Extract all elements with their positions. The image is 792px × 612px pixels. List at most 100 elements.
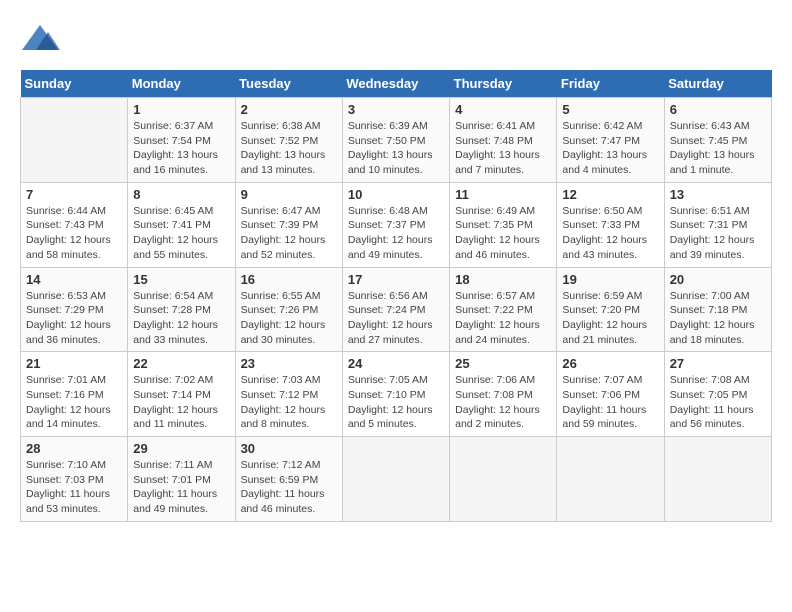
day-number: 26 xyxy=(562,356,658,371)
day-info: Sunrise: 6:51 AM Sunset: 7:31 PM Dayligh… xyxy=(670,204,766,263)
calendar-cell: 16 Sunrise: 6:55 AM Sunset: 7:26 PM Dayli… xyxy=(235,267,342,352)
header-cell-sunday: Sunday xyxy=(21,70,128,98)
calendar-cell: 17 Sunrise: 6:56 AM Sunset: 7:24 PM Dayli… xyxy=(342,267,449,352)
day-info: Sunrise: 6:45 AM Sunset: 7:41 PM Dayligh… xyxy=(133,204,229,263)
day-info: Sunrise: 7:02 AM Sunset: 7:14 PM Dayligh… xyxy=(133,373,229,432)
day-info: Sunrise: 7:01 AM Sunset: 7:16 PM Dayligh… xyxy=(26,373,122,432)
day-number: 27 xyxy=(670,356,766,371)
day-number: 8 xyxy=(133,187,229,202)
day-number: 23 xyxy=(241,356,337,371)
calendar-cell xyxy=(342,437,449,522)
page-header xyxy=(20,20,772,60)
calendar-cell: 19 Sunrise: 6:59 AM Sunset: 7:20 PM Dayli… xyxy=(557,267,664,352)
calendar-cell xyxy=(450,437,557,522)
calendar-header: SundayMondayTuesdayWednesdayThursdayFrid… xyxy=(21,70,772,98)
day-info: Sunrise: 7:08 AM Sunset: 7:05 PM Dayligh… xyxy=(670,373,766,432)
day-info: Sunrise: 6:44 AM Sunset: 7:43 PM Dayligh… xyxy=(26,204,122,263)
day-info: Sunrise: 6:57 AM Sunset: 7:22 PM Dayligh… xyxy=(455,289,551,348)
week-row-2: 7 Sunrise: 6:44 AM Sunset: 7:43 PM Daylig… xyxy=(21,182,772,267)
calendar-cell: 14Sunrise: 6:53 AM Sunset: 7:29 PM Dayli… xyxy=(21,267,128,352)
day-number: 18 xyxy=(455,272,551,287)
calendar-cell: 23Sunrise: 7:03 AM Sunset: 7:12 PM Dayli… xyxy=(235,352,342,437)
calendar-cell: 20 Sunrise: 7:00 AM Sunset: 7:18 PM Dayli… xyxy=(664,267,771,352)
day-info: Sunrise: 7:05 AM Sunset: 7:10 PM Dayligh… xyxy=(348,373,444,432)
calendar-cell: 7 Sunrise: 6:44 AM Sunset: 7:43 PM Daylig… xyxy=(21,182,128,267)
day-info: Sunrise: 7:00 AM Sunset: 7:18 PM Dayligh… xyxy=(670,289,766,348)
day-info: Sunrise: 7:07 AM Sunset: 7:06 PM Dayligh… xyxy=(562,373,658,432)
day-info: Sunrise: 6:37 AM Sunset: 7:54 PM Dayligh… xyxy=(133,119,229,178)
week-row-3: 14Sunrise: 6:53 AM Sunset: 7:29 PM Dayli… xyxy=(21,267,772,352)
day-info: Sunrise: 7:06 AM Sunset: 7:08 PM Dayligh… xyxy=(455,373,551,432)
header-cell-wednesday: Wednesday xyxy=(342,70,449,98)
day-number: 5 xyxy=(562,102,658,117)
day-number: 30 xyxy=(241,441,337,456)
day-info: Sunrise: 6:39 AM Sunset: 7:50 PM Dayligh… xyxy=(348,119,444,178)
calendar-cell: 11Sunrise: 6:49 AM Sunset: 7:35 PM Dayli… xyxy=(450,182,557,267)
day-info: Sunrise: 6:50 AM Sunset: 7:33 PM Dayligh… xyxy=(562,204,658,263)
header-cell-monday: Monday xyxy=(128,70,235,98)
day-number: 13 xyxy=(670,187,766,202)
day-info: Sunrise: 6:41 AM Sunset: 7:48 PM Dayligh… xyxy=(455,119,551,178)
day-info: Sunrise: 6:47 AM Sunset: 7:39 PM Dayligh… xyxy=(241,204,337,263)
week-row-1: 1 Sunrise: 6:37 AM Sunset: 7:54 PM Daylig… xyxy=(21,98,772,183)
day-number: 21 xyxy=(26,356,122,371)
calendar-cell: 25 Sunrise: 7:06 AM Sunset: 7:08 PM Dayli… xyxy=(450,352,557,437)
day-info: Sunrise: 6:53 AM Sunset: 7:29 PM Dayligh… xyxy=(26,289,122,348)
day-info: Sunrise: 7:12 AM Sunset: 6:59 PM Dayligh… xyxy=(241,458,337,517)
calendar-cell: 9 Sunrise: 6:47 AM Sunset: 7:39 PM Daylig… xyxy=(235,182,342,267)
calendar-cell: 4Sunrise: 6:41 AM Sunset: 7:48 PM Daylig… xyxy=(450,98,557,183)
calendar-cell: 10 Sunrise: 6:48 AM Sunset: 7:37 PM Dayli… xyxy=(342,182,449,267)
day-info: Sunrise: 7:10 AM Sunset: 7:03 PM Dayligh… xyxy=(26,458,122,517)
header-cell-friday: Friday xyxy=(557,70,664,98)
day-number: 1 xyxy=(133,102,229,117)
day-number: 6 xyxy=(670,102,766,117)
day-number: 19 xyxy=(562,272,658,287)
day-info: Sunrise: 6:38 AM Sunset: 7:52 PM Dayligh… xyxy=(241,119,337,178)
day-info: Sunrise: 6:59 AM Sunset: 7:20 PM Dayligh… xyxy=(562,289,658,348)
calendar-cell: 28Sunrise: 7:10 AM Sunset: 7:03 PM Dayli… xyxy=(21,437,128,522)
calendar-cell xyxy=(21,98,128,183)
day-info: Sunrise: 7:11 AM Sunset: 7:01 PM Dayligh… xyxy=(133,458,229,517)
calendar-cell: 6 Sunrise: 6:43 AM Sunset: 7:45 PM Daylig… xyxy=(664,98,771,183)
day-info: Sunrise: 6:48 AM Sunset: 7:37 PM Dayligh… xyxy=(348,204,444,263)
day-info: Sunrise: 6:43 AM Sunset: 7:45 PM Dayligh… xyxy=(670,119,766,178)
header-cell-thursday: Thursday xyxy=(450,70,557,98)
week-row-4: 21 Sunrise: 7:01 AM Sunset: 7:16 PM Dayli… xyxy=(21,352,772,437)
calendar-cell: 12 Sunrise: 6:50 AM Sunset: 7:33 PM Dayli… xyxy=(557,182,664,267)
calendar-cell: 22Sunrise: 7:02 AM Sunset: 7:14 PM Dayli… xyxy=(128,352,235,437)
calendar-cell: 8 Sunrise: 6:45 AM Sunset: 7:41 PM Daylig… xyxy=(128,182,235,267)
day-number: 24 xyxy=(348,356,444,371)
day-number: 9 xyxy=(241,187,337,202)
day-number: 17 xyxy=(348,272,444,287)
header-cell-tuesday: Tuesday xyxy=(235,70,342,98)
calendar-cell: 5 Sunrise: 6:42 AM Sunset: 7:47 PM Daylig… xyxy=(557,98,664,183)
header-row: SundayMondayTuesdayWednesdayThursdayFrid… xyxy=(21,70,772,98)
day-info: Sunrise: 6:42 AM Sunset: 7:47 PM Dayligh… xyxy=(562,119,658,178)
calendar-cell: 18 Sunrise: 6:57 AM Sunset: 7:22 PM Dayli… xyxy=(450,267,557,352)
day-number: 25 xyxy=(455,356,551,371)
logo-icon xyxy=(20,20,60,60)
calendar-cell: 26 Sunrise: 7:07 AM Sunset: 7:06 PM Dayli… xyxy=(557,352,664,437)
calendar-cell: 15 Sunrise: 6:54 AM Sunset: 7:28 PM Dayli… xyxy=(128,267,235,352)
day-number: 16 xyxy=(241,272,337,287)
calendar-cell: 24 Sunrise: 7:05 AM Sunset: 7:10 PM Dayli… xyxy=(342,352,449,437)
day-number: 15 xyxy=(133,272,229,287)
calendar-cell: 29Sunrise: 7:11 AM Sunset: 7:01 PM Dayli… xyxy=(128,437,235,522)
calendar-body: 1 Sunrise: 6:37 AM Sunset: 7:54 PM Daylig… xyxy=(21,98,772,522)
day-info: Sunrise: 6:54 AM Sunset: 7:28 PM Dayligh… xyxy=(133,289,229,348)
week-row-5: 28Sunrise: 7:10 AM Sunset: 7:03 PM Dayli… xyxy=(21,437,772,522)
calendar-cell: 1 Sunrise: 6:37 AM Sunset: 7:54 PM Daylig… xyxy=(128,98,235,183)
day-number: 7 xyxy=(26,187,122,202)
day-number: 12 xyxy=(562,187,658,202)
day-number: 10 xyxy=(348,187,444,202)
day-info: Sunrise: 6:56 AM Sunset: 7:24 PM Dayligh… xyxy=(348,289,444,348)
day-info: Sunrise: 6:55 AM Sunset: 7:26 PM Dayligh… xyxy=(241,289,337,348)
day-number: 11 xyxy=(455,187,551,202)
header-cell-saturday: Saturday xyxy=(664,70,771,98)
calendar-cell: 27 Sunrise: 7:08 AM Sunset: 7:05 PM Dayli… xyxy=(664,352,771,437)
calendar-table: SundayMondayTuesdayWednesdayThursdayFrid… xyxy=(20,70,772,522)
calendar-cell: 21 Sunrise: 7:01 AM Sunset: 7:16 PM Dayli… xyxy=(21,352,128,437)
day-number: 3 xyxy=(348,102,444,117)
day-number: 20 xyxy=(670,272,766,287)
calendar-cell xyxy=(557,437,664,522)
